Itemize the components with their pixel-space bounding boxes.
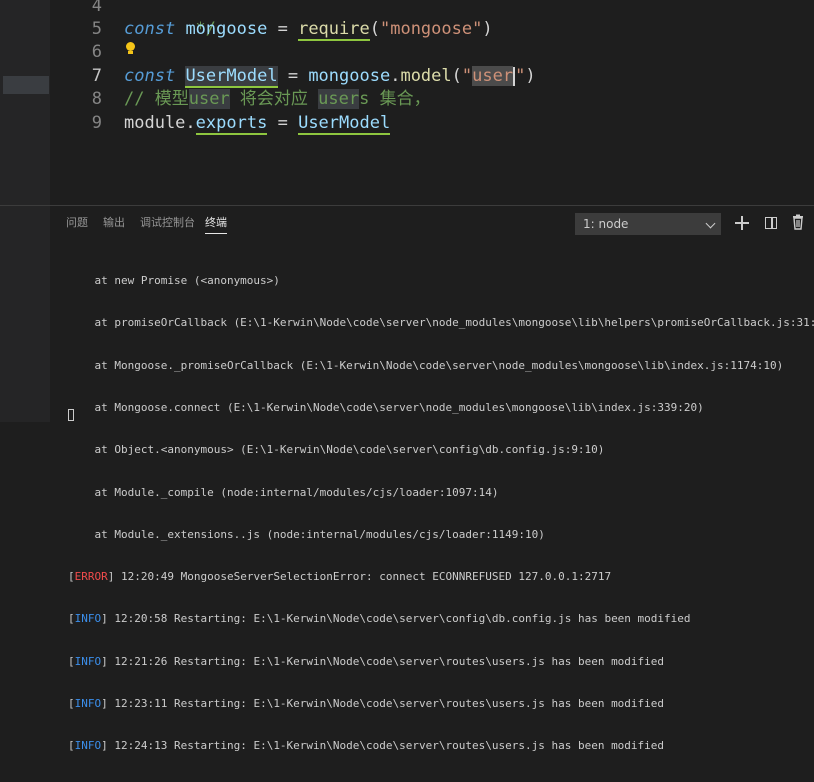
info-text: 12:23:11 Restarting: E:\1-Kerwin\Node\co… — [107, 697, 665, 710]
terminal-line: at Mongoose._promiseOrCallback (E:\1-Ker… — [68, 358, 784, 372]
paren: ) — [482, 19, 493, 39]
code-line: 4 */ — [0, 0, 814, 39]
terminal-error-line: [ERROR] 12:20:49 MongooseServerSelection… — [68, 570, 612, 584]
terminal-info-line: [INFO] 12:24:13 Restarting: E:\1-Kerwin\… — [68, 739, 665, 753]
info-tag: INFO — [74, 697, 102, 710]
paren: ( — [369, 19, 380, 39]
property: exports — [195, 113, 268, 135]
line-number: 4 — [91, 0, 102, 16]
error-tag: ERROR — [74, 570, 108, 584]
info-tag: INFO — [74, 739, 102, 753]
string-part: us — [472, 66, 493, 86]
identifier: mongoose — [185, 19, 268, 39]
line-number: 7 — [91, 66, 102, 86]
chevron-down-icon — [705, 218, 716, 229]
tab-terminal[interactable]: 终端 — [205, 213, 227, 234]
comment-part: 将会对应 — [229, 89, 319, 109]
code-line: 8 // 模型user 将会对应 users 集合， — [0, 88, 814, 111]
terminal-line: at Object.<anonymous> (E:\1-Kerwin\Node\… — [68, 443, 605, 457]
operator: = — [277, 113, 288, 133]
string-quote: " — [461, 66, 473, 86]
terminal-select[interactable]: 1: node — [575, 213, 721, 235]
code-line: 5 const mongoose = require("mongoose") — [0, 18, 814, 41]
dot: . — [390, 66, 401, 86]
line-code: const mongoose = require("mongoose") — [124, 18, 493, 41]
string-quote: " — [515, 66, 526, 86]
bottom-panel: 问题 输出 调试控制台 终端 1: node at new Promise (<… — [0, 205, 814, 752]
line-number: 9 — [91, 113, 102, 133]
object-name: module — [124, 113, 186, 133]
tab-debug-console[interactable]: 调试控制台 — [140, 213, 195, 233]
terminal-line: at Module._extensions..js (node:internal… — [68, 527, 545, 541]
terminal-cursor — [68, 409, 74, 421]
trash-icon-svg — [793, 214, 803, 230]
code-line: 7 const UserModel = mongoose.model("user… — [0, 65, 814, 88]
error-text: 12:20:49 MongooseServerSelectionError: c… — [114, 570, 612, 584]
comment-highlight: user — [318, 89, 360, 109]
comment-part: // 模型 — [124, 89, 189, 109]
comment-highlight: user — [188, 89, 230, 109]
code-line: 6 — [0, 41, 814, 64]
line-code: const UserModel = mongoose.model("user ") — [124, 65, 536, 88]
terminal-line: at Mongoose.connect (E:\1-Kerwin\Node\co… — [68, 401, 704, 415]
info-text: 12:20:58 Restarting: E:\1-Kerwin\Node\co… — [107, 612, 691, 626]
panel-left-gutter — [0, 206, 50, 422]
string-literal: "mongoose" — [379, 19, 483, 39]
lightbulb-icon-base — [128, 51, 133, 54]
identifier: UserModel — [298, 113, 391, 135]
string-part: r — [502, 66, 514, 86]
terminal-select-value: 1: node — [583, 217, 629, 231]
object-name: mongoose — [308, 66, 391, 86]
line-number: 5 — [91, 19, 102, 39]
trash-icon[interactable] — [790, 214, 808, 232]
terminal-line: at Module._compile (node:internal/module… — [68, 485, 499, 499]
terminal-line: at new Promise (<anonymous>) — [68, 274, 280, 288]
keyword: const — [124, 19, 176, 39]
code-editor[interactable]: 4 */ 5 const mongoose = require("mongoos… — [0, 0, 814, 205]
operator: = — [277, 19, 288, 39]
line-number: 6 — [91, 42, 102, 62]
add-terminal-icon[interactable] — [733, 214, 751, 232]
info-text: 12:24:13 Restarting: E:\1-Kerwin\Node\co… — [107, 739, 665, 753]
string-selected: user — [472, 66, 514, 86]
tab-problems[interactable]: 问题 — [66, 213, 88, 233]
terminal-info-line: [INFO] 12:21:26 Restarting: E:\1-Kerwin\… — [68, 654, 665, 668]
function-call: model — [400, 66, 452, 86]
comment-part: s 集合， — [359, 89, 431, 109]
operator: = — [287, 66, 299, 86]
identifier: UserModel — [185, 66, 278, 88]
string-part: e — [492, 66, 503, 86]
info-tag: INFO — [74, 612, 102, 626]
terminal-info-line: [INFO] 12:20:58 Restarting: E:\1-Kerwin\… — [68, 612, 691, 626]
dot: . — [185, 113, 196, 133]
code-line: 9 module.exports = UserModel — [0, 112, 814, 135]
terminal-line: at promiseOrCallback (E:\1-Kerwin\Node\c… — [68, 316, 814, 330]
keyword: const — [124, 66, 176, 86]
paren: ) — [525, 66, 536, 86]
info-text: 12:21:26 Restarting: E:\1-Kerwin\Node\co… — [107, 654, 665, 668]
function-call: require — [298, 19, 370, 41]
info-tag: INFO — [74, 654, 102, 668]
split-terminal-icon[interactable] — [762, 214, 780, 232]
line-comment: // 模型user 将会对应 users 集合， — [124, 88, 431, 111]
line-code: module.exports = UserModel — [124, 112, 391, 135]
terminal-info-line: [INFO] 12:23:11 Restarting: E:\1-Kerwin\… — [68, 697, 665, 710]
lightbulb-icon[interactable] — [126, 42, 135, 51]
paren: ( — [451, 66, 462, 86]
tab-output[interactable]: 输出 — [103, 213, 125, 233]
line-number: 8 — [91, 89, 102, 109]
terminal-output[interactable]: at new Promise (<anonymous>) at promiseO… — [68, 246, 814, 782]
